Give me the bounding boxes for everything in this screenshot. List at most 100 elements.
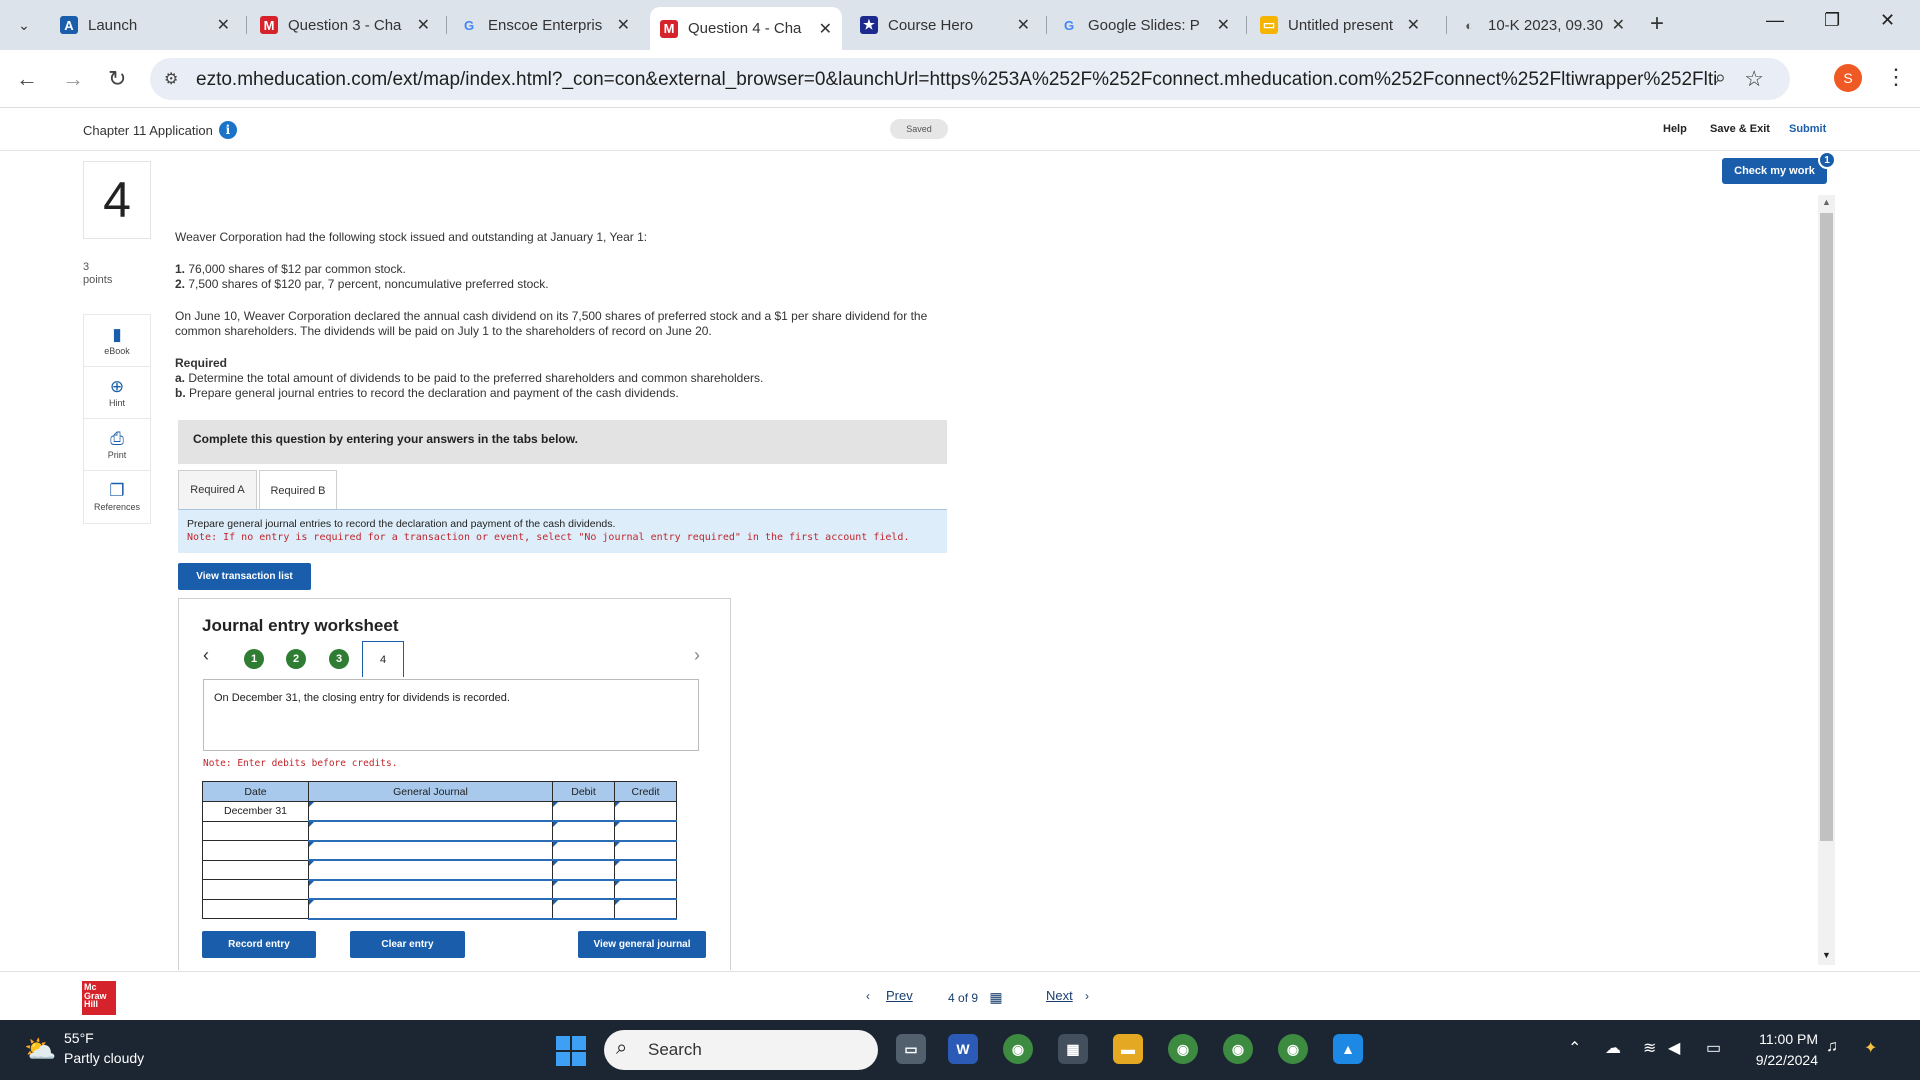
view-transaction-list-button[interactable]: View transaction list — [178, 563, 311, 590]
references-button[interactable]: ❐ References — [84, 471, 150, 523]
page-scrollbar[interactable]: ▲ ▼ — [1818, 195, 1835, 965]
debit-input[interactable] — [552, 801, 615, 822]
step-3-button[interactable]: 3 — [329, 649, 349, 669]
check-my-work-button[interactable]: Check my work — [1722, 158, 1827, 184]
scroll-up-icon[interactable]: ▲ — [1822, 197, 1831, 207]
credit-input[interactable] — [614, 879, 677, 900]
account-select[interactable] — [308, 859, 553, 881]
chrome-profile-s-icon[interactable]: ◉ — [1223, 1034, 1253, 1064]
prev-link[interactable]: Prev — [886, 988, 913, 1003]
account-select[interactable] — [308, 820, 553, 842]
clear-entry-button[interactable]: Clear entry — [350, 931, 465, 958]
tab-close-icon[interactable]: ✕ — [1612, 15, 1625, 35]
debit-input[interactable] — [552, 859, 615, 881]
windows-start-icon[interactable] — [556, 1036, 586, 1066]
omnibox[interactable]: ⚙ ezto.mheducation.com/ext/map/index.htm… — [150, 58, 1790, 100]
bookmark-star-icon[interactable]: ☆ — [1744, 66, 1764, 92]
forward-icon[interactable]: → — [62, 66, 84, 92]
battery-icon[interactable]: ▭ — [1706, 1038, 1721, 1058]
tab-close-icon[interactable]: ✕ — [1017, 15, 1030, 35]
browser-tab-question-4[interactable]: M Question 4 - Cha ✕ — [650, 7, 842, 50]
photos-app-icon[interactable]: ▲ — [1333, 1034, 1363, 1064]
print-button[interactable]: ⎙ Print — [84, 419, 150, 471]
restore-icon[interactable]: ❐ — [1824, 10, 1840, 31]
account-select[interactable] — [308, 879, 553, 900]
reload-icon[interactable]: ↻ — [108, 66, 126, 92]
account-select[interactable] — [308, 840, 553, 861]
task-view-icon[interactable]: ▭ — [896, 1034, 926, 1064]
credit-input[interactable] — [614, 840, 677, 861]
grid-icon[interactable]: ▦ — [989, 989, 1002, 1005]
minimize-icon[interactable]: — — [1766, 10, 1784, 31]
next-link[interactable]: Next — [1046, 988, 1073, 1003]
tab-close-icon[interactable]: ✕ — [617, 15, 630, 35]
chrome-app-icon[interactable]: ◉ — [1003, 1034, 1033, 1064]
notifications-bell-icon[interactable]: ♫ — [1826, 1038, 1838, 1056]
volume-icon[interactable]: ◀ — [1668, 1038, 1680, 1058]
tab-close-icon[interactable]: ✕ — [1217, 15, 1230, 35]
copilot-icon[interactable]: ✦ — [1864, 1038, 1877, 1058]
browser-tab-enscoe[interactable]: G Enscoe Enterpris ✕ — [450, 8, 640, 42]
debit-input[interactable] — [552, 840, 615, 861]
tab-required-b[interactable]: Required B — [259, 470, 337, 511]
browser-tab-course-hero[interactable]: ★ Course Hero ✕ — [850, 8, 1040, 42]
step-4-button[interactable]: 4 — [362, 641, 404, 677]
browser-tab-untitled-presentation[interactable]: ▭ Untitled present ✕ — [1250, 8, 1430, 42]
tab-required-a[interactable]: Required A — [178, 470, 257, 510]
close-window-icon[interactable]: ✕ — [1880, 10, 1895, 31]
record-entry-button[interactable]: Record entry — [202, 931, 316, 958]
browser-tab-google-slides[interactable]: G Google Slides: P ✕ — [1050, 8, 1240, 42]
debit-input[interactable] — [552, 879, 615, 900]
hint-button[interactable]: ⊕ Hint — [84, 367, 150, 419]
scrollbar-thumb[interactable] — [1820, 213, 1833, 841]
account-select[interactable] — [308, 801, 553, 822]
tab-close-icon[interactable]: ✕ — [417, 15, 430, 35]
tab-close-icon[interactable]: ✕ — [1407, 15, 1420, 35]
file-explorer-icon[interactable]: ▬ — [1113, 1034, 1143, 1064]
chevron-left-icon[interactable]: ‹ — [203, 645, 209, 666]
credit-input[interactable] — [614, 820, 677, 842]
taskbar-search[interactable]: ⌕ Search — [604, 1030, 878, 1070]
wifi-icon[interactable]: ≋ — [1643, 1038, 1656, 1058]
onedrive-icon[interactable]: ☁ — [1605, 1038, 1621, 1058]
back-icon[interactable]: ← — [16, 66, 38, 92]
chevron-left-icon[interactable]: ‹ — [866, 989, 870, 1003]
view-general-journal-button[interactable]: View general journal — [578, 931, 706, 958]
show-hidden-icons-icon[interactable]: ⌃ — [1568, 1038, 1581, 1058]
info-icon[interactable]: i — [218, 121, 237, 139]
credit-input[interactable] — [614, 859, 677, 881]
credit-input[interactable] — [614, 801, 677, 822]
debit-input[interactable] — [552, 898, 615, 920]
help-link[interactable]: Help — [1663, 123, 1687, 135]
chrome-profile-c-icon[interactable]: ◉ — [1168, 1034, 1198, 1064]
scroll-down-icon[interactable]: ▼ — [1822, 950, 1831, 960]
browser-tab-launch[interactable]: A Launch ✕ — [50, 8, 240, 42]
browser-tab-question-3[interactable]: M Question 3 - Cha ✕ — [250, 8, 440, 42]
step-2-button[interactable]: 2 — [286, 649, 306, 669]
url-text[interactable]: ezto.mheducation.com/ext/map/index.html?… — [196, 69, 1716, 91]
ebook-button[interactable]: ▮ eBook — [84, 315, 150, 367]
new-tab-button[interactable]: + — [1650, 10, 1664, 38]
browser-menu-icon[interactable]: ⋮ — [1885, 64, 1907, 90]
debit-input[interactable] — [552, 820, 615, 842]
tab-close-icon[interactable]: ✕ — [217, 15, 230, 35]
store-app-icon[interactable]: ▦ — [1058, 1034, 1088, 1064]
save-exit-link[interactable]: Save & Exit — [1710, 123, 1770, 135]
weather-partly-cloudy-icon[interactable]: ⛅ — [24, 1034, 56, 1065]
tab-search-dropdown-icon[interactable]: ⌄ — [10, 11, 38, 39]
site-info-icon[interactable]: ⚙ — [164, 69, 178, 89]
tab-close-icon[interactable]: ✕ — [819, 19, 832, 39]
profile-avatar[interactable]: S — [1834, 64, 1862, 92]
submit-link[interactable]: Submit — [1789, 123, 1826, 135]
page-indicator[interactable]: 4 of 9 ▦ — [948, 989, 1003, 1006]
account-select[interactable] — [308, 898, 553, 920]
chrome-profile-k-icon[interactable]: ◉ — [1278, 1034, 1308, 1064]
system-clock[interactable]: 11:00 PM 9/22/2024 — [1748, 1029, 1818, 1071]
zoom-icon[interactable]: ⌕ — [1715, 67, 1726, 90]
word-app-icon[interactable]: W — [948, 1034, 978, 1064]
chevron-right-icon[interactable]: › — [1085, 989, 1089, 1003]
credit-input[interactable] — [614, 898, 677, 920]
browser-tab-10k[interactable]: ◐ 10-K 2023, 09.30 ✕ — [1450, 8, 1635, 42]
step-1-button[interactable]: 1 — [244, 649, 264, 669]
chevron-right-icon[interactable]: › — [694, 645, 700, 666]
